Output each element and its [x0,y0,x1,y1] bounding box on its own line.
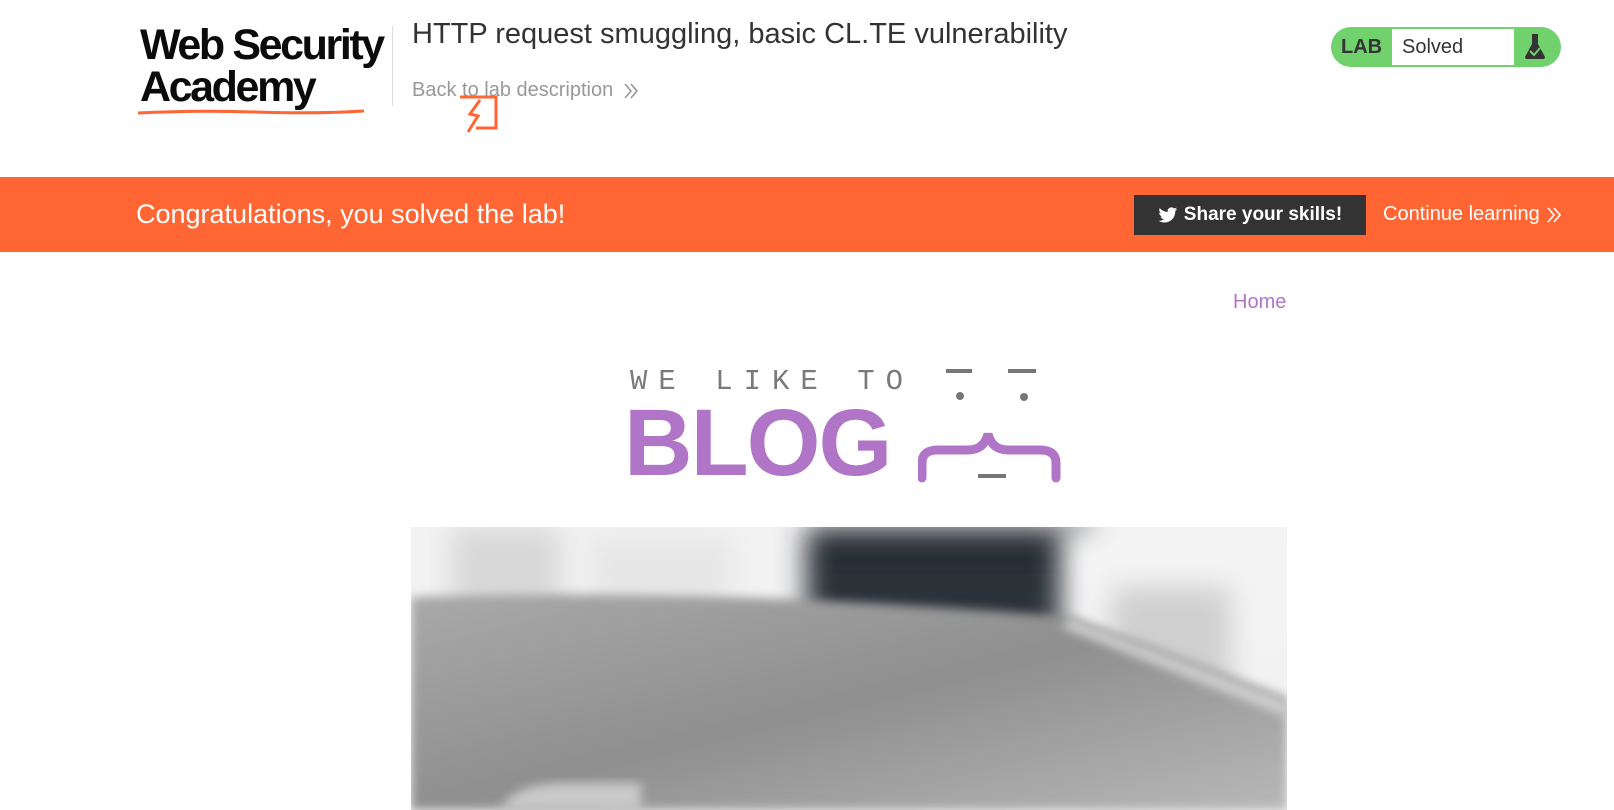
share-your-skills-button[interactable]: Share your skills! [1134,195,1366,235]
web-security-academy-logo[interactable]: Web Security Academy [136,21,498,133]
hero-photo-illustration [411,527,1287,810]
share-button-label: Share your skills! [1183,204,1343,225]
nav-home-link[interactable]: Home [1233,291,1286,314]
chevron-double-right-icon [1547,206,1561,223]
solved-banner: Congratulations, you solved the lab! Sha… [0,177,1614,252]
back-link-label: Back to lab description [412,79,614,101]
lab-badge-label: LAB [1341,36,1383,58]
blog-hero-image [411,527,1287,810]
logo-underline [137,109,365,115]
continue-learning-label: Continue learning [1383,203,1540,225]
lab-status-text: Solved [1392,29,1514,65]
flask-icon [1525,34,1545,59]
header-divider [392,26,393,106]
blog-logo[interactable]: WE LIKE TO BLOG [620,360,1080,491]
lab-header: Web Security Academy HTTP request smuggl… [0,0,1614,177]
blog-face-icon [918,369,1061,483]
lab-status-badge: LAB Solved [1331,27,1561,67]
back-to-lab-description-link[interactable]: Back to lab description [412,79,639,102]
continue-learning-link[interactable]: Continue learning [1383,177,1562,252]
lab-title: HTTP request smuggling, basic CL.TE vuln… [412,18,1068,50]
blog-word: BLOG [624,390,892,496]
logo-line-academy: Academy [140,63,317,111]
chevron-double-right-icon [624,82,639,99]
twitter-icon [1158,206,1177,222]
logo-line-web-security: Web Security [140,21,385,69]
congratulations-message: Congratulations, you solved the lab! [136,199,566,229]
